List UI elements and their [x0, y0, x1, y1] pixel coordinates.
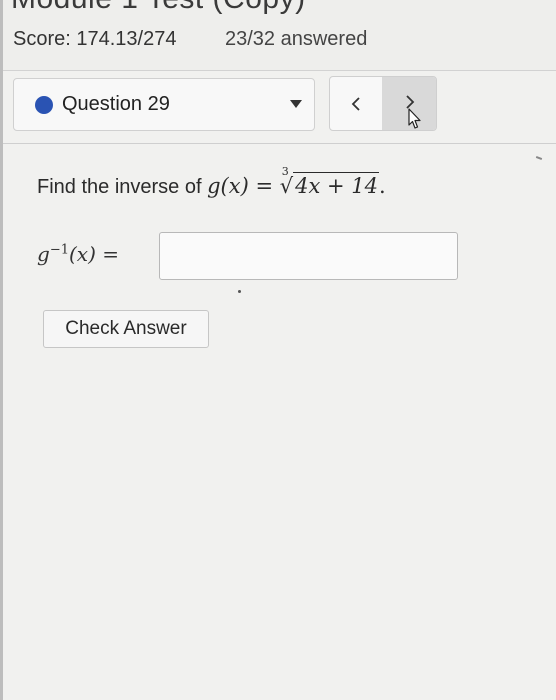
- question-selector[interactable]: Question 29: [13, 78, 315, 131]
- function-expression: g(x) = 3 √4x + 14 .: [207, 165, 386, 198]
- answer-label-arg: (x) =: [68, 242, 119, 266]
- caret-down-icon: [290, 100, 302, 108]
- root-index: 3: [281, 165, 289, 178]
- answer-label-exponent: −1: [49, 242, 69, 258]
- prompt-text: Find the inverse of: [37, 176, 202, 198]
- answer-label-base: g: [37, 242, 50, 266]
- trailing-period: .: [379, 174, 386, 198]
- header: Module 1 Test (Copy) Score: 174.13/274 2…: [3, 0, 556, 71]
- previous-question-button[interactable]: [330, 77, 383, 130]
- screen-speck: [238, 290, 241, 293]
- question-label: Question 29: [62, 93, 170, 115]
- decorative-mark: [535, 156, 543, 160]
- radicand: 4x + 14: [293, 172, 379, 198]
- score-text: Score: 174.13/274: [13, 28, 177, 50]
- question-status-dot: [35, 96, 53, 114]
- chevron-left-icon: [351, 97, 360, 111]
- left-border: [0, 0, 3, 700]
- answer-label: g−1(x) =: [37, 242, 119, 266]
- mouse-pointer-icon: [408, 108, 421, 129]
- check-answer-button[interactable]: Check Answer: [43, 310, 209, 348]
- module-title: Module 1 Test (Copy): [11, 0, 306, 16]
- question-prompt: Find the inverse of g(x) = 3 √4x + 14 .: [37, 165, 386, 199]
- cube-root: 3 √4x + 14: [280, 165, 379, 198]
- function-lhs: g(x) =: [207, 174, 274, 198]
- answered-count: 23/32 answered: [225, 28, 368, 50]
- answer-input[interactable]: [159, 232, 458, 280]
- section-divider: [3, 143, 556, 144]
